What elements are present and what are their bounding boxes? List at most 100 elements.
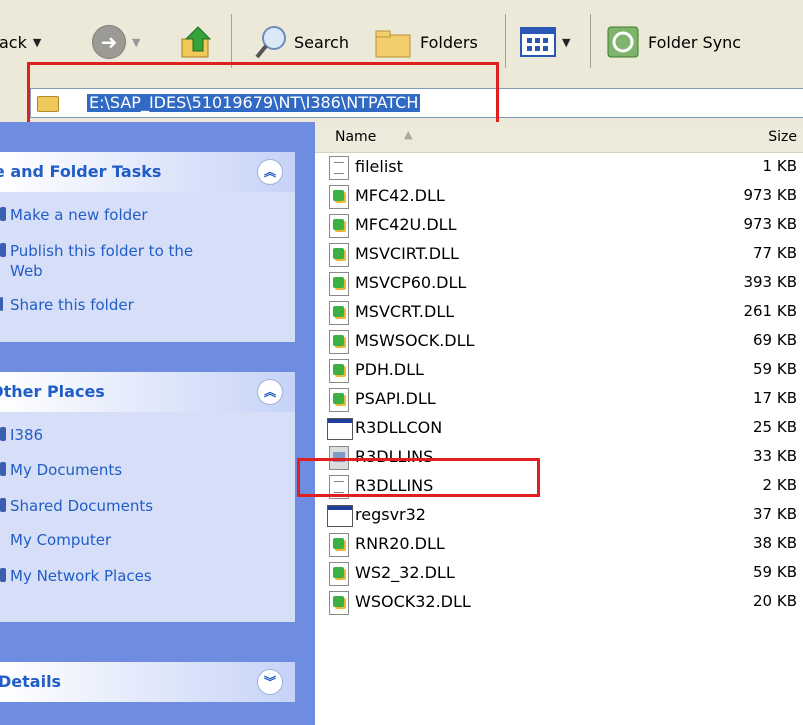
up-folder-button[interactable] <box>180 22 214 62</box>
column-header: Name ▲ Size <box>315 122 803 153</box>
file-size: 38 KB <box>753 534 797 552</box>
place-shared-documents[interactable]: Shared Documents <box>0 496 153 516</box>
file-row[interactable]: MSWSOCK.DLL 69 KB <box>315 327 803 356</box>
text-file-icon <box>329 156 349 180</box>
folders-icon <box>375 30 411 58</box>
dll-file-icon <box>329 330 349 354</box>
separator <box>231 14 232 68</box>
chevron-down-icon[interactable]: ▼ <box>33 36 41 49</box>
file-size: 25 KB <box>753 418 797 436</box>
file-size: 2 KB <box>762 476 797 494</box>
highlight-box <box>297 458 540 497</box>
folder-sync-label: Folder Sync <box>648 32 742 52</box>
file-row[interactable]: R3DLLCON 25 KB <box>315 414 803 443</box>
folders-button[interactable]: Folders <box>374 22 478 62</box>
file-name: R3DLLCON <box>355 418 443 437</box>
file-size: 393 KB <box>743 273 797 291</box>
file-name: MSVCIRT.DLL <box>355 244 459 263</box>
file-size: 59 KB <box>753 360 797 378</box>
details-header[interactable]: Details ︾ <box>0 662 295 702</box>
place-my-documents[interactable]: My Documents <box>0 460 122 480</box>
dll-file-icon <box>329 388 349 412</box>
expand-chevron-icon[interactable]: ︾ <box>257 669 283 695</box>
other-places-header[interactable]: Other Places ︽ <box>0 372 295 412</box>
folder-sync-icon <box>607 26 639 58</box>
task-pane: File and Folder Tasks ︽ Make a new folde… <box>0 122 315 725</box>
dll-file-icon <box>329 243 349 267</box>
file-row[interactable]: PDH.DLL 59 KB <box>315 356 803 385</box>
place-my-network-places[interactable]: My Network Places <box>0 566 152 586</box>
application-icon <box>327 418 353 440</box>
file-row[interactable]: regsvr32 37 KB <box>315 501 803 530</box>
dll-file-icon <box>329 562 349 586</box>
other-places-block: I386 My Documents Shared Documents My Co… <box>0 412 295 622</box>
file-row[interactable]: MFC42.DLL 973 KB <box>315 182 803 211</box>
views-button[interactable]: ▼ <box>520 22 570 62</box>
up-folder-icon <box>181 26 212 58</box>
file-name: WS2_32.DLL <box>355 563 455 582</box>
folder-tasks-title: File and Folder Tasks <box>0 162 162 181</box>
dll-file-icon <box>329 185 349 209</box>
other-places-title: Other Places <box>0 382 105 401</box>
share-folder-link[interactable]: Share this folder <box>0 295 134 315</box>
collapse-chevron-icon[interactable]: ︽ <box>257 159 283 185</box>
file-size: 37 KB <box>753 505 797 523</box>
back-button[interactable]: Back ▼ <box>0 22 41 62</box>
file-row[interactable]: filelist 1 KB <box>315 153 803 182</box>
file-size: 17 KB <box>753 389 797 407</box>
file-name: filelist <box>355 157 403 176</box>
application-icon <box>327 505 353 527</box>
file-name: MSWSOCK.DLL <box>355 331 475 350</box>
make-new-folder-link[interactable]: Make a new folder <box>0 205 148 225</box>
dll-file-icon <box>329 301 349 325</box>
details-title: Details <box>0 672 62 691</box>
file-size: 33 KB <box>753 447 797 465</box>
file-name: RNR20.DLL <box>355 534 445 553</box>
search-label: Search <box>294 32 349 52</box>
file-row[interactable]: WSOCK32.DLL 20 KB <box>315 588 803 617</box>
file-name: MSVCP60.DLL <box>355 273 467 292</box>
folders-label: Folders <box>420 32 478 52</box>
file-size: 261 KB <box>743 302 797 320</box>
dll-file-icon <box>329 214 349 238</box>
file-row[interactable]: MSVCP60.DLL 393 KB <box>315 269 803 298</box>
name-column-header[interactable]: Name <box>335 129 376 145</box>
search-icon <box>255 26 286 59</box>
file-name: MSVCRT.DLL <box>355 302 455 321</box>
forward-arrow-icon: ➜ <box>92 25 126 59</box>
search-button[interactable]: Search <box>254 22 349 62</box>
forward-button[interactable]: ➜ ▼ <box>92 22 140 62</box>
views-grid-icon <box>520 27 556 57</box>
dll-file-icon <box>329 533 349 557</box>
file-name: regsvr32 <box>355 505 426 524</box>
file-size: 59 KB <box>753 563 797 581</box>
file-name: MFC42.DLL <box>355 186 445 205</box>
folder-sync-button[interactable]: Folder Sync <box>606 22 741 62</box>
place-my-computer[interactable]: My Computer <box>10 530 111 550</box>
file-name: MFC42U.DLL <box>355 215 457 234</box>
collapse-chevron-icon[interactable]: ︽ <box>257 379 283 405</box>
back-label: Back <box>0 32 27 52</box>
file-name: WSOCK32.DLL <box>355 592 471 611</box>
folder-tasks-header[interactable]: File and Folder Tasks ︽ <box>0 152 295 192</box>
file-row[interactable]: MSVCRT.DLL 261 KB <box>315 298 803 327</box>
file-row[interactable]: PSAPI.DLL 17 KB <box>315 385 803 414</box>
file-row[interactable]: MSVCIRT.DLL 77 KB <box>315 240 803 269</box>
sort-ascending-icon: ▲ <box>404 128 413 141</box>
chevron-down-icon[interactable]: ▼ <box>132 36 140 49</box>
place-i386[interactable]: I386 <box>0 425 43 445</box>
file-row[interactable]: WS2_32.DLL 59 KB <box>315 559 803 588</box>
file-row[interactable]: RNR20.DLL 38 KB <box>315 530 803 559</box>
file-size: 973 KB <box>743 215 797 233</box>
file-list: Name ▲ Size filelist 1 KB MFC42.DLL 973 KB M… <box>315 122 803 725</box>
separator <box>505 14 506 68</box>
file-name: PSAPI.DLL <box>355 389 436 408</box>
file-size: 77 KB <box>753 244 797 262</box>
chevron-down-icon[interactable]: ▼ <box>562 36 570 49</box>
publish-folder-link[interactable]: Publish this folder to the Web <box>0 241 230 281</box>
size-column-header[interactable]: Size <box>768 129 797 145</box>
folder-tasks-block: Make a new folder Publish this folder to… <box>0 192 295 342</box>
file-size: 20 KB <box>753 592 797 610</box>
dll-file-icon <box>329 591 349 615</box>
file-row[interactable]: MFC42U.DLL 973 KB <box>315 211 803 240</box>
